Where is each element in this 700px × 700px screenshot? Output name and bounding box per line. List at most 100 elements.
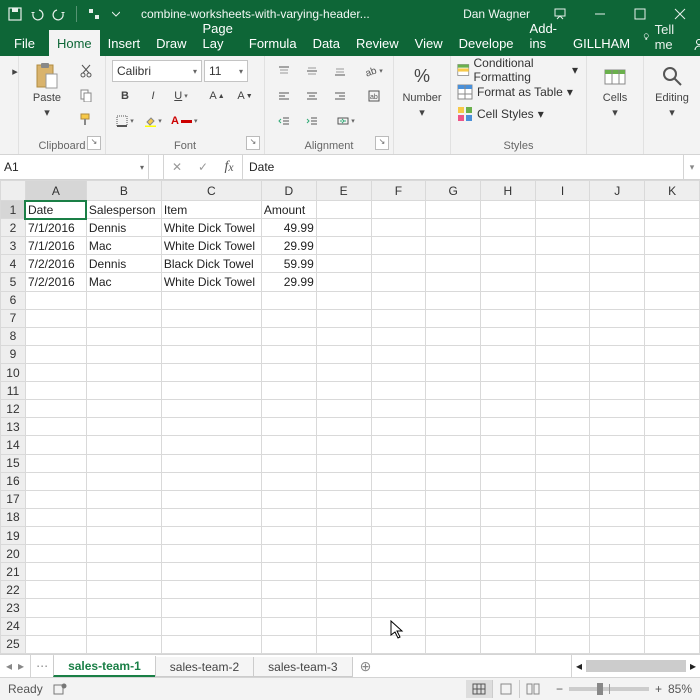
- cell[interactable]: [371, 454, 426, 472]
- cell[interactable]: [535, 545, 590, 563]
- cell[interactable]: 7/2/2016: [25, 273, 86, 291]
- cell[interactable]: [535, 219, 590, 237]
- row-header[interactable]: 17: [1, 490, 26, 508]
- cell[interactable]: [371, 472, 426, 490]
- cell[interactable]: [161, 400, 261, 418]
- cell[interactable]: [25, 472, 86, 490]
- cell[interactable]: [161, 454, 261, 472]
- cell[interactable]: [480, 617, 535, 635]
- cell[interactable]: [25, 635, 86, 653]
- cell[interactable]: [316, 382, 371, 400]
- row-header[interactable]: 22: [1, 581, 26, 599]
- cell[interactable]: [645, 201, 700, 219]
- tell-me-search[interactable]: Tell me: [638, 22, 688, 56]
- cell[interactable]: White Dick Towel: [161, 237, 261, 255]
- cell[interactable]: [25, 617, 86, 635]
- cell[interactable]: [261, 309, 316, 327]
- cell[interactable]: [371, 291, 426, 309]
- cell[interactable]: [645, 545, 700, 563]
- cell[interactable]: [161, 345, 261, 363]
- cell[interactable]: [161, 418, 261, 436]
- cell[interactable]: [161, 382, 261, 400]
- cell[interactable]: [426, 255, 481, 273]
- cell[interactable]: [535, 345, 590, 363]
- cell[interactable]: Date: [25, 201, 86, 219]
- cell[interactable]: [161, 635, 261, 653]
- cell[interactable]: [316, 309, 371, 327]
- zoom-in-icon[interactable]: +: [655, 682, 662, 696]
- cell[interactable]: [261, 617, 316, 635]
- row-header[interactable]: 5: [1, 273, 26, 291]
- formula-input[interactable]: Date: [243, 155, 683, 179]
- cell[interactable]: [261, 545, 316, 563]
- column-header[interactable]: G: [426, 181, 481, 201]
- cut-icon[interactable]: [73, 60, 99, 82]
- row-header[interactable]: 23: [1, 599, 26, 617]
- cell[interactable]: [480, 237, 535, 255]
- cell[interactable]: [261, 363, 316, 381]
- column-header[interactable]: F: [371, 181, 426, 201]
- cell[interactable]: [645, 363, 700, 381]
- tab-review[interactable]: Review: [348, 30, 407, 56]
- cell[interactable]: [590, 454, 645, 472]
- cell[interactable]: [590, 309, 645, 327]
- sheet-scroll-icon[interactable]: ⋯: [31, 655, 54, 677]
- cell[interactable]: Black Dick Towel: [161, 255, 261, 273]
- cell[interactable]: [645, 273, 700, 291]
- orientation-icon[interactable]: ab▾: [361, 60, 387, 82]
- dialog-launcher-icon[interactable]: ↘: [246, 136, 260, 150]
- row-header[interactable]: 21: [1, 563, 26, 581]
- cell[interactable]: [535, 237, 590, 255]
- cell[interactable]: 7/2/2016: [25, 255, 86, 273]
- expand-formula-bar-icon[interactable]: ▾: [683, 155, 700, 179]
- italic-button[interactable]: I: [140, 85, 166, 107]
- cell[interactable]: [590, 345, 645, 363]
- cell[interactable]: [371, 436, 426, 454]
- cell[interactable]: [86, 418, 161, 436]
- cell[interactable]: [426, 454, 481, 472]
- cell[interactable]: [261, 635, 316, 653]
- cell[interactable]: [25, 382, 86, 400]
- cell[interactable]: [480, 526, 535, 544]
- cell[interactable]: [590, 436, 645, 454]
- cell[interactable]: [316, 545, 371, 563]
- cell[interactable]: [371, 400, 426, 418]
- cell[interactable]: [261, 436, 316, 454]
- cell[interactable]: [645, 635, 700, 653]
- row-header[interactable]: 20: [1, 545, 26, 563]
- cell[interactable]: [535, 635, 590, 653]
- column-header[interactable]: B: [86, 181, 161, 201]
- row-header[interactable]: 12: [1, 400, 26, 418]
- cell[interactable]: [480, 490, 535, 508]
- cell[interactable]: [480, 382, 535, 400]
- cell[interactable]: [371, 382, 426, 400]
- align-top-icon[interactable]: [271, 60, 297, 82]
- column-header[interactable]: J: [590, 181, 645, 201]
- cell[interactable]: [261, 581, 316, 599]
- cell[interactable]: [316, 255, 371, 273]
- cell[interactable]: [316, 508, 371, 526]
- cell[interactable]: [535, 201, 590, 219]
- cell[interactable]: [25, 345, 86, 363]
- cell[interactable]: [86, 345, 161, 363]
- cell[interactable]: [535, 472, 590, 490]
- cell[interactable]: [590, 327, 645, 345]
- row-header[interactable]: 25: [1, 635, 26, 653]
- cell[interactable]: [645, 345, 700, 363]
- conditional-formatting-button[interactable]: Conditional Formatting▾: [457, 60, 580, 80]
- cell[interactable]: [590, 472, 645, 490]
- cell[interactable]: [535, 563, 590, 581]
- borders-icon[interactable]: ▾: [112, 110, 138, 132]
- cell[interactable]: [25, 436, 86, 454]
- select-all-cell[interactable]: [1, 181, 26, 201]
- minimize-button[interactable]: [580, 0, 620, 28]
- cell[interactable]: [261, 490, 316, 508]
- cell[interactable]: [316, 563, 371, 581]
- cell[interactable]: [25, 327, 86, 345]
- cell[interactable]: [316, 617, 371, 635]
- number-format-button[interactable]: % Number ▾: [400, 60, 444, 119]
- row-header[interactable]: 10: [1, 363, 26, 381]
- cell[interactable]: [426, 526, 481, 544]
- cell[interactable]: 7/1/2016: [25, 237, 86, 255]
- cell[interactable]: [480, 635, 535, 653]
